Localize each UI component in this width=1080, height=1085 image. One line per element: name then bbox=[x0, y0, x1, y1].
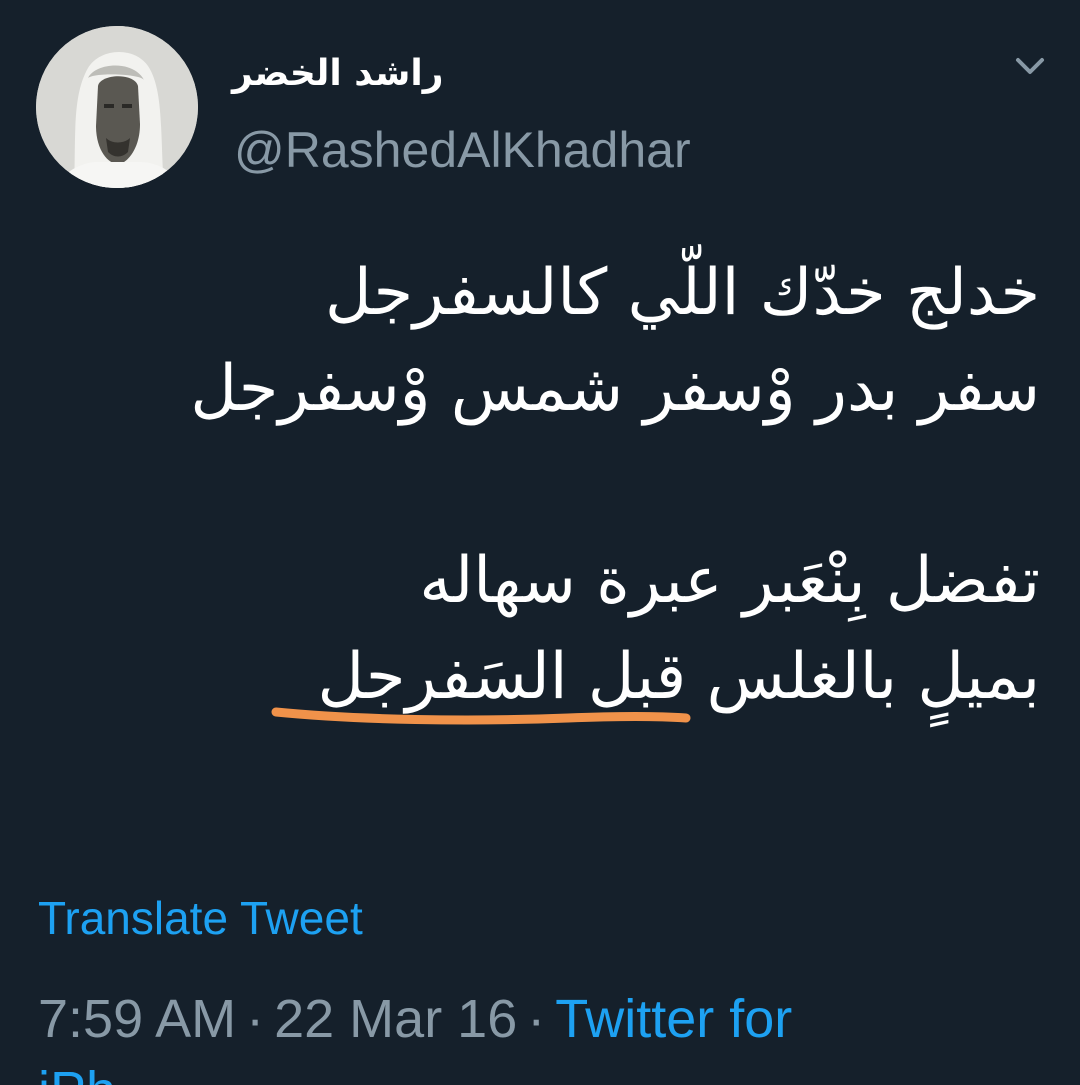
tweet-text: خدلج خدّك اللّي كالسفرجل سفر بدر وْسفر ش… bbox=[40, 245, 1040, 725]
tweet-date: 22 Mar 16 bbox=[274, 989, 518, 1049]
tweet-metadata: 7:59 AM · 22 Mar 16 · Twitter for bbox=[38, 988, 792, 1050]
separator: · bbox=[246, 989, 265, 1049]
highlight-underline bbox=[268, 700, 694, 730]
avatar[interactable] bbox=[36, 26, 198, 188]
tweet-source-continuation[interactable]: iPh bbox=[38, 1060, 116, 1085]
tweet-time: 7:59 AM bbox=[38, 989, 237, 1049]
avatar-photo bbox=[36, 26, 198, 188]
tweet-text-line: سفر بدر وْسفر شمس وْسفرجل bbox=[190, 352, 1040, 426]
tweet-source-link[interactable]: Twitter for bbox=[555, 989, 792, 1049]
tweet-text-line bbox=[40, 437, 1040, 533]
separator: · bbox=[527, 989, 546, 1049]
tweet-detail: راشد الخضر @RashedAlKhadhar خدلج خدّك ال… bbox=[0, 0, 1080, 1085]
tweet-text-line: خدلج خدّك اللّي كالسفرجل bbox=[325, 256, 1040, 330]
user-handle[interactable]: @RashedAlKhadhar bbox=[234, 120, 691, 180]
chevron-down-icon[interactable] bbox=[1008, 50, 1052, 86]
display-name[interactable]: راشد الخضر bbox=[232, 50, 512, 98]
tweet-text-line: تفضل بِنْعَبر عبرة سهاله bbox=[419, 544, 1040, 618]
translate-tweet-link[interactable]: Translate Tweet bbox=[38, 890, 363, 946]
